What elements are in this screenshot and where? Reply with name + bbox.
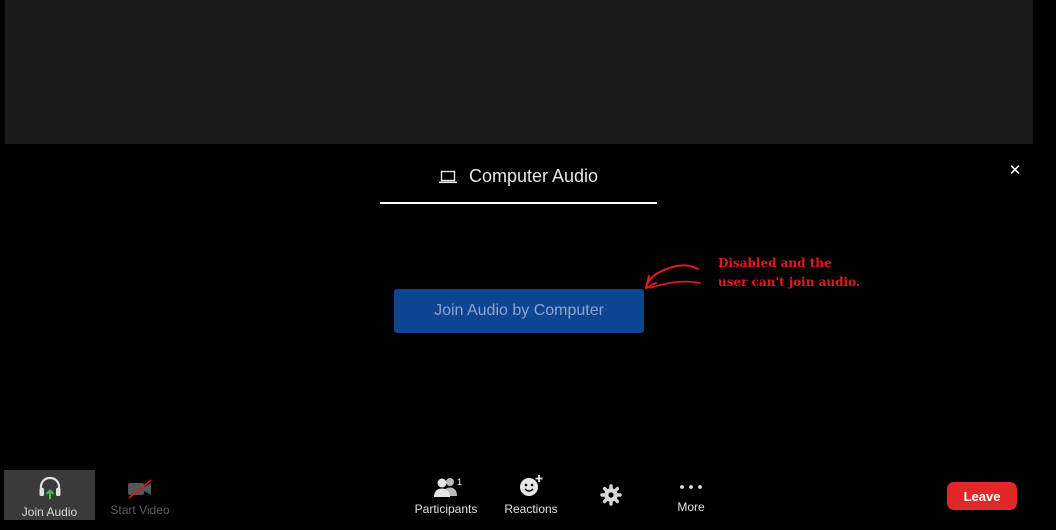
video-area — [5, 0, 1033, 144]
participants-button[interactable]: 1 Participants — [408, 470, 484, 520]
gear-icon — [600, 484, 622, 506]
laptop-icon — [438, 170, 457, 184]
leave-label: Leave — [963, 488, 1001, 504]
reactions-label: Reactions — [504, 502, 558, 516]
reactions-button[interactable]: Reactions — [498, 470, 564, 520]
start-video-button[interactable]: Start Video — [104, 470, 176, 520]
meeting-toolbar: Join Audio Start Video 1 Participants Re… — [0, 470, 1056, 530]
join-audio-by-computer-button[interactable]: Join Audio by Computer — [394, 289, 644, 333]
annotation-line-1: Disabled and the — [718, 256, 832, 270]
annotation-line-2: user can't join audio. — [718, 275, 861, 289]
join-audio-button[interactable]: Join Audio — [4, 470, 95, 520]
video-off-icon — [128, 479, 152, 499]
tab-computer-audio[interactable]: Computer Audio — [380, 150, 657, 204]
headphones-icon — [39, 476, 60, 499]
participants-icon — [434, 478, 457, 497]
join-audio-button-label: Join Audio by Computer — [434, 302, 604, 319]
annotation-text: Disabled and the user can't join audio. — [718, 254, 918, 292]
annotation-arrow — [645, 264, 701, 289]
emoji-add-icon — [520, 475, 543, 496]
leave-button[interactable]: Leave — [947, 482, 1017, 510]
close-button[interactable]: ✕ — [1005, 160, 1025, 182]
join-audio-label: Join Audio — [21, 505, 78, 519]
settings-button[interactable] — [594, 470, 628, 520]
close-icon: ✕ — [1008, 162, 1022, 179]
right-edge — [1033, 0, 1056, 144]
tab-label: Computer Audio — [468, 165, 599, 186]
participants-count-badge: 1 — [457, 477, 463, 487]
participants-label: Participants — [414, 502, 478, 516]
start-video-label: Start Video — [110, 503, 170, 517]
more-dots-icon — [680, 485, 702, 489]
more-label: More — [677, 500, 705, 514]
more-button[interactable]: More — [666, 470, 716, 520]
